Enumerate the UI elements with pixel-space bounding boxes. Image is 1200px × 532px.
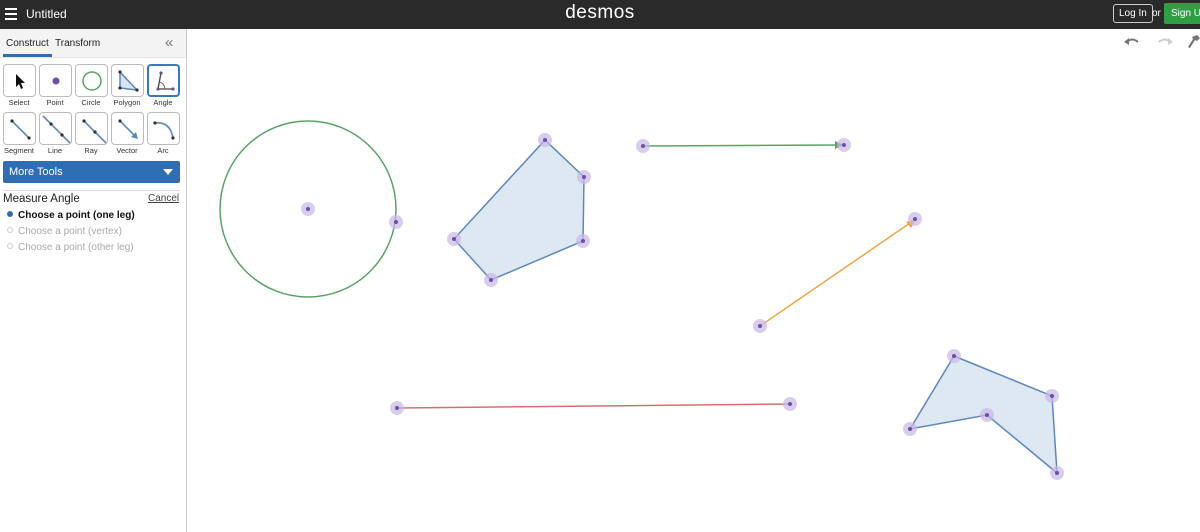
point[interactable]: [543, 138, 547, 142]
top-bar: Untitled desmos Log In or Sign Up: [0, 0, 1200, 29]
tool-angle[interactable]: [147, 64, 180, 97]
measure-angle-title: Measure Angle: [3, 193, 80, 205]
tool-label: Circle: [81, 98, 101, 107]
cursor-icon: [16, 74, 25, 89]
polygon-icon: [118, 70, 139, 92]
point[interactable]: [582, 175, 586, 179]
signup-button[interactable]: Sign Up: [1164, 3, 1200, 24]
tool-sidebar: Construct Transform « Select Point Circl…: [0, 29, 187, 532]
point[interactable]: [788, 402, 792, 406]
tool-label: Select: [8, 98, 30, 107]
point[interactable]: [913, 217, 917, 221]
tool-segment[interactable]: [3, 112, 36, 145]
point-group[interactable]: [301, 133, 1064, 480]
tool-point[interactable]: [39, 64, 72, 97]
point[interactable]: [581, 239, 585, 243]
red-segment[interactable]: [396, 403, 791, 409]
double-chevron-left-icon[interactable]: «: [165, 34, 173, 51]
more-tools-label: More Tools: [9, 166, 63, 178]
login-button[interactable]: Log In: [1113, 4, 1153, 23]
step-label: Choose a point (other leg): [18, 242, 134, 253]
point[interactable]: [452, 237, 456, 241]
tool-polygon[interactable]: [111, 64, 144, 97]
step-bullet-icon: [7, 227, 13, 233]
step-bullet-icon: [7, 211, 13, 217]
arc-icon: [153, 121, 175, 140]
point[interactable]: [489, 278, 493, 282]
tool-label: Polygon: [113, 98, 141, 107]
geometry-canvas[interactable]: [188, 29, 1200, 532]
ray-icon: [82, 119, 107, 144]
polygon-shape[interactable]: [452, 138, 585, 281]
construction-drawing[interactable]: [188, 29, 1200, 532]
angle-icon: [156, 71, 175, 91]
tool-label: Point: [46, 98, 64, 107]
tool-circle[interactable]: [75, 64, 108, 97]
point[interactable]: [394, 220, 398, 224]
point[interactable]: [985, 413, 989, 417]
step-vertex: Choose a point (vertex): [7, 226, 122, 237]
tool-label: Arc: [157, 146, 169, 155]
step-other-leg: Choose a point (other leg): [7, 242, 134, 253]
tool-label: Vector: [116, 146, 138, 155]
point[interactable]: [758, 324, 762, 328]
tool-vector[interactable]: [111, 112, 144, 145]
segment-icon: [10, 119, 31, 140]
point[interactable]: [306, 207, 310, 211]
point[interactable]: [1055, 471, 1059, 475]
point-icon: [52, 77, 60, 85]
divider: [3, 190, 180, 191]
document-title[interactable]: Untitled: [26, 7, 67, 21]
point[interactable]: [908, 427, 912, 431]
more-tools-button[interactable]: More Tools: [3, 161, 180, 183]
cancel-link[interactable]: Cancel: [148, 193, 179, 204]
caret-down-icon: [163, 169, 173, 175]
point[interactable]: [1050, 394, 1054, 398]
step-bullet-icon: [7, 243, 13, 249]
green-vector[interactable]: [642, 144, 839, 147]
tool-label: Ray: [84, 146, 98, 155]
tool-label: Angle: [153, 98, 173, 107]
tool-ray[interactable]: [75, 112, 108, 145]
step-label: Choose a point (vertex): [18, 226, 122, 237]
tool-arc[interactable]: [147, 112, 180, 145]
point[interactable]: [842, 143, 846, 147]
tool-select[interactable]: [3, 64, 36, 97]
vector-icon: [118, 119, 138, 139]
tool-label: Line: [47, 146, 63, 155]
circle-icon: [82, 71, 102, 91]
tab-construct[interactable]: Construct: [3, 38, 52, 57]
point[interactable]: [641, 144, 645, 148]
tool-line[interactable]: [39, 112, 72, 145]
mode-tabs: Construct Transform «: [0, 29, 186, 58]
desmos-logo: desmos: [565, 2, 635, 23]
hamburger-menu-icon[interactable]: [5, 8, 17, 20]
or-text: or: [1152, 8, 1161, 19]
point[interactable]: [395, 406, 399, 410]
tab-transform[interactable]: Transform: [55, 38, 100, 49]
point[interactable]: [952, 354, 956, 358]
line-icon: [42, 115, 71, 144]
tool-label: Segment: [3, 146, 35, 155]
step-one-leg: Choose a point (one leg): [7, 210, 135, 221]
orange-vector[interactable]: [759, 222, 911, 327]
step-label: Choose a point (one leg): [18, 210, 135, 221]
